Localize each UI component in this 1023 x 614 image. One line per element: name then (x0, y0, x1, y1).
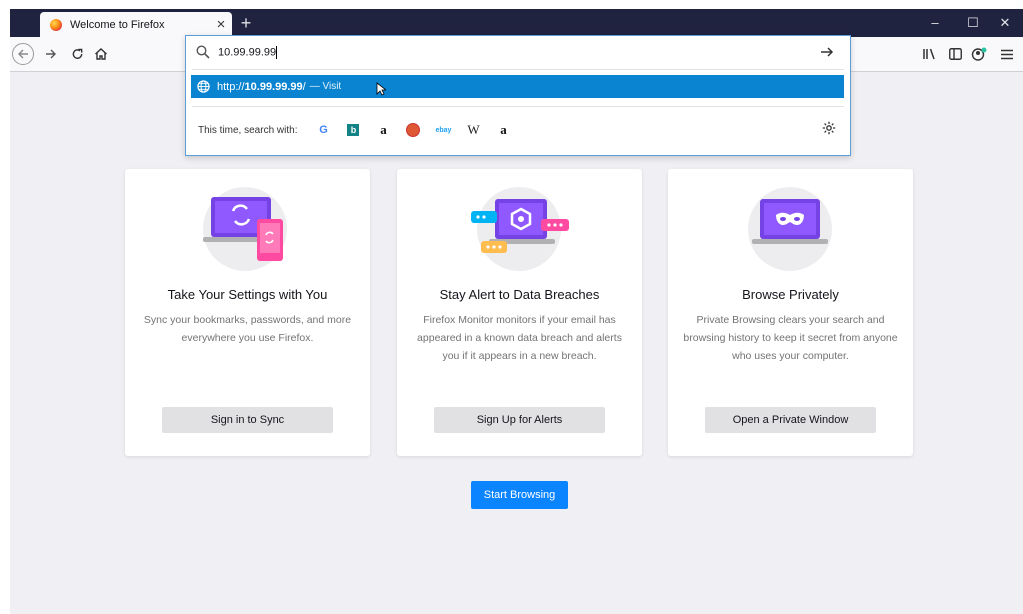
forward-arrow-icon (46, 49, 56, 59)
account-button[interactable] (968, 43, 990, 65)
sidebar-icon (948, 48, 962, 60)
reload-button[interactable] (66, 43, 88, 65)
card-monitor: Stay Alert to Data Breaches Firefox Moni… (397, 169, 642, 456)
private-browsing-mask-icon (748, 187, 832, 271)
card-description: Sync your bookmarks, passwords, and more… (143, 314, 352, 344)
divider (192, 106, 844, 107)
amazon-icon-2[interactable]: a (491, 118, 515, 142)
suggestion-visit-row[interactable]: http://10.99.99.99/ — Visit (191, 75, 844, 98)
bing-icon[interactable]: b (341, 118, 365, 142)
sidebar-button[interactable] (944, 43, 966, 65)
card-private-browsing: Browse Privately Private Browsing clears… (668, 169, 913, 456)
urlbar-dropdown: 10.99.99.99 http://10.99.99.99/ — Visit … (185, 35, 851, 156)
sign-up-for-alerts-button[interactable]: Sign Up for Alerts (434, 407, 605, 433)
minimize-button[interactable]: – (916, 9, 954, 37)
card-heading: Stay Alert to Data Breaches (439, 287, 600, 302)
amazon-icon[interactable]: a (371, 118, 395, 142)
tab-close-button[interactable]: × (210, 16, 232, 33)
forward-button[interactable] (40, 43, 62, 65)
address-input[interactable]: 10.99.99.99 (218, 45, 820, 59)
suggestion-action: — Visit (309, 81, 342, 92)
mouse-cursor-icon (376, 82, 386, 96)
google-icon[interactable]: G (311, 118, 335, 142)
address-bar[interactable]: 10.99.99.99 (186, 36, 850, 68)
text-caret (276, 45, 278, 59)
account-icon (971, 47, 987, 61)
go-arrow-icon (821, 47, 834, 57)
new-tab-button[interactable]: + (234, 11, 258, 35)
library-icon (923, 48, 935, 60)
search-icon (196, 45, 212, 59)
card-description: Firefox Monitor monitors if your email h… (417, 314, 622, 362)
home-icon (95, 48, 107, 60)
card-description: Private Browsing clears your search and … (683, 314, 898, 362)
hamburger-menu-icon (1001, 49, 1013, 59)
globe-icon (197, 80, 211, 93)
ebay-icon[interactable]: ebay (431, 118, 455, 142)
suggestion-url: http://10.99.99.99/ (217, 80, 306, 93)
open-private-window-button[interactable]: Open a Private Window (705, 407, 876, 433)
card-heading: Browse Privately (742, 287, 839, 302)
start-browsing-button[interactable]: Start Browsing (471, 481, 568, 509)
go-button[interactable] (820, 46, 840, 58)
data-breach-monitor-icon (471, 187, 569, 271)
home-button[interactable] (90, 43, 112, 65)
reload-icon (72, 48, 82, 59)
back-button[interactable] (12, 43, 34, 65)
duckduckgo-icon[interactable] (401, 118, 425, 142)
card-heading: Take Your Settings with You (167, 287, 328, 302)
tab-strip: Welcome to Firefox × + – ☐ ✕ (10, 9, 1023, 37)
sign-in-to-sync-button[interactable]: Sign in to Sync (162, 407, 333, 433)
close-window-button[interactable]: ✕ (986, 9, 1023, 37)
tab-welcome[interactable]: Welcome to Firefox × (40, 12, 232, 37)
sync-devices-icon (203, 187, 287, 271)
one-off-search-engines: This time, search with: G b a ebay W a (186, 113, 850, 147)
browser-window: Welcome to Firefox × + – ☐ ✕ 10.99.99.99… (10, 9, 1023, 614)
tab-title: Welcome to Firefox (70, 18, 165, 31)
wikipedia-icon[interactable]: W (461, 118, 485, 142)
menu-button[interactable] (996, 43, 1018, 65)
firefox-logo-icon (50, 18, 62, 31)
address-value: 10.99.99.99 (218, 45, 277, 58)
card-sync: Take Your Settings with You Sync your bo… (125, 169, 370, 456)
library-button[interactable] (918, 43, 940, 65)
search-settings-gear-icon[interactable] (822, 121, 838, 137)
search-with-label: This time, search with: (198, 124, 298, 136)
divider (192, 69, 844, 70)
back-arrow-icon (18, 49, 28, 59)
